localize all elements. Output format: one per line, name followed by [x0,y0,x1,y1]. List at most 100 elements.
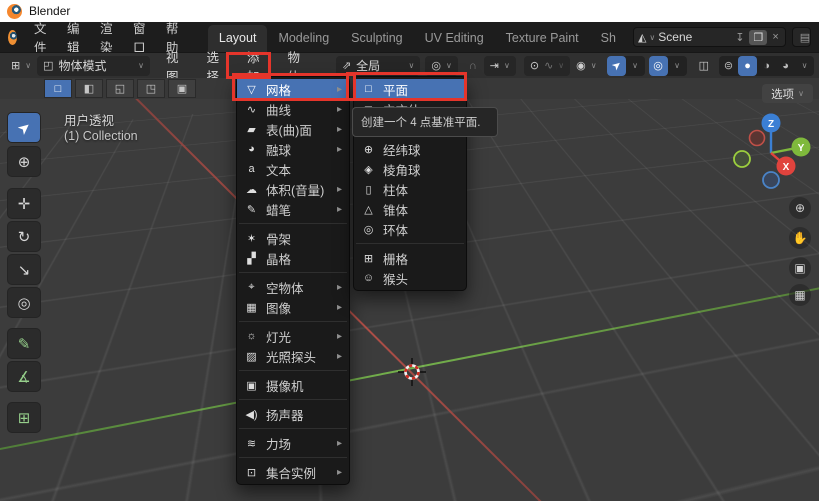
annotation-box-plane [346,72,467,101]
pin-icon[interactable]: ↧ [733,31,746,44]
add-menu-item-armature[interactable]: ✶ 骨架 [237,228,349,248]
view-perspective-label: 用户透视 [64,110,114,129]
force-field-icon: ≋ [244,437,259,450]
snap-target-dropdown[interactable]: ⇥ ∨ [484,56,516,76]
shading-dropdown[interactable]: ∨ [795,56,814,76]
tool-cursor[interactable]: ⊕ [7,146,41,177]
scale-icon: ↘ [18,261,31,279]
show-overlays-toggle[interactable]: ◎ [649,56,668,76]
measure-icon: ∡ [17,368,30,386]
proportional-edit-toggle[interactable]: ⊙ ∿ ∨ [524,56,570,76]
mesh-item-ico-sphere[interactable]: ◈ 棱角球 [354,159,466,179]
menu-separator [239,370,347,371]
shading-solid-button[interactable]: ● [738,56,757,76]
submenu-arrow-icon: ▸ [337,351,342,362]
select-mode-invert[interactable]: ◳ [137,79,165,98]
add-menu-item-curve[interactable]: ∿ 曲线 ▸ [237,99,349,119]
chevron-down-icon: ∨ [504,61,510,70]
view-layer-selector[interactable]: ▤ [792,27,811,47]
select-extend-icon: ◧ [84,82,94,95]
scene-name[interactable]: Scene [658,30,730,44]
scene-selector[interactable]: ◭ ∨ Scene ↧ ❐ × [633,27,786,47]
chevron-down-icon: ∨ [802,61,808,70]
tool-add-cube[interactable]: ⊞ [7,402,41,433]
shading-mode-group: ⊜ ● ◑ ◕ ∨ [719,56,814,76]
blender-logo-icon [7,4,22,19]
new-scene-icon[interactable]: ❐ [749,30,767,45]
add-menu-item-volume[interactable]: ☁ 体积(音量) ▸ [237,179,349,199]
select-mode-intersect[interactable]: ▣ [168,79,196,98]
tool-scale[interactable]: ↘ [7,254,41,285]
overlays-dropdown[interactable]: ∨ [668,56,687,76]
shading-rendered-button[interactable]: ◕ [776,56,795,76]
submenu-arrow-icon: ▸ [337,438,342,449]
torus-icon: ◎ [361,223,376,236]
show-gizmo-toggle[interactable]: ➤ [607,56,626,76]
mesh-item-cylinder[interactable]: ▯ 柱体 [354,179,466,199]
add-menu-item-light[interactable]: ☼ 灯光 ▸ [237,326,349,346]
chevron-down-icon[interactable]: ∨ [649,33,655,42]
mesh-item-torus[interactable]: ◎ 环体 [354,219,466,239]
tool-rotate[interactable]: ↻ [7,221,41,252]
add-menu-item-light-probe[interactable]: ▨ 光照探头 ▸ [237,346,349,366]
add-menu-item-force-field[interactable]: ≋ 力场 ▸ [237,433,349,453]
grid-ortho-icon: ▦ [794,288,805,302]
xray-toggle[interactable]: ◫ [693,56,715,76]
camera-view-button[interactable]: ▣ [789,257,811,279]
submenu-arrow-icon: ▸ [337,302,342,313]
tool-transform[interactable]: ◎ [7,287,41,318]
select-box-icon: ➤ [13,117,34,139]
select-intersect-icon: ▣ [177,82,187,95]
shading-wireframe-button[interactable]: ⊜ [719,56,738,76]
cylinder-icon: ▯ [361,183,376,196]
view-layer-icon: ▤ [798,31,811,44]
gizmo-dropdown[interactable]: ∨ [626,56,645,76]
tool-select-box[interactable]: ➤ [7,112,41,143]
add-menu-item-lattice[interactable]: ▞ 晶格 [237,248,349,268]
add-menu-item-collection-instance[interactable]: ⊡ 集合实例 ▸ [237,462,349,482]
collection-instance-icon: ⊡ [244,466,259,479]
tab-sculpting[interactable]: Sculpting [340,25,413,52]
select-mode-extend[interactable]: ◧ [75,79,103,98]
tab-texture-paint[interactable]: Texture Paint [495,25,590,52]
tool-annotate[interactable]: ✎ [7,328,41,359]
options-button[interactable]: 选项 ∨ [762,84,813,103]
tab-uv-editing[interactable]: UV Editing [414,25,495,52]
add-menu-item-surface[interactable]: ▰ 表(曲)面 ▸ [237,119,349,139]
mesh-item-grid[interactable]: ⊞ 栅格 [354,248,466,268]
mode-dropdown[interactable]: ◰ 物体模式 ∨ [37,56,150,76]
active-collection-label: (1) Collection [64,129,138,143]
chevron-down-icon: ∨ [446,61,452,70]
menu-separator [239,457,347,458]
uv-sphere-icon: ⊕ [361,143,376,156]
add-menu-item-text[interactable]: a 文本 [237,159,349,179]
mesh-item-cone[interactable]: △ 锥体 [354,199,466,219]
add-menu-item-image[interactable]: ▦ 图像 ▸ [237,297,349,317]
orthographic-toggle-button[interactable]: ▦ [789,284,811,306]
add-menu-item-empty[interactable]: ⌖ 空物体 ▸ [237,277,349,297]
annotate-pencil-icon: ✎ [18,335,31,353]
navigation-gizmo[interactable]: Z Y X [726,108,816,194]
tool-measure[interactable]: ∡ [7,361,41,392]
add-menu-item-camera[interactable]: ▣ 摄像机 [237,375,349,395]
blender-app-menu-icon[interactable] [8,30,17,45]
editor-type-button[interactable]: ⊞ ∨ [5,56,37,76]
mesh-item-monkey[interactable]: ☺ 猴头 [354,268,466,288]
falloff-curve-icon: ∿ [544,59,553,72]
shading-material-button[interactable]: ◑ [757,56,776,76]
add-menu-item-speaker[interactable]: ◀) 扬声器 [237,404,349,424]
tool-move[interactable]: ✛ [7,188,41,219]
close-icon[interactable]: × [770,31,780,43]
select-mode-new[interactable]: □ [44,79,72,98]
add-menu-item-metaball[interactable]: ◕ 融球 ▸ [237,139,349,159]
submenu-arrow-icon: ▸ [337,144,342,155]
add-menu-item-grease-pencil[interactable]: ✎ 蜡笔 ▸ [237,199,349,219]
tooltip: 创建一个 4 点基准平面. [352,107,498,137]
submenu-arrow-icon: ▸ [337,124,342,135]
zoom-view-button[interactable]: ⊕ [789,197,811,219]
selectability-visibility-dropdown[interactable]: ◉ ∨ [570,56,602,76]
mesh-item-uv-sphere[interactable]: ⊕ 经纬球 [354,139,466,159]
pan-view-button[interactable]: ✋ [789,227,811,249]
tab-shading-truncated[interactable]: Sh [590,25,627,52]
select-mode-subtract[interactable]: ◱ [106,79,134,98]
